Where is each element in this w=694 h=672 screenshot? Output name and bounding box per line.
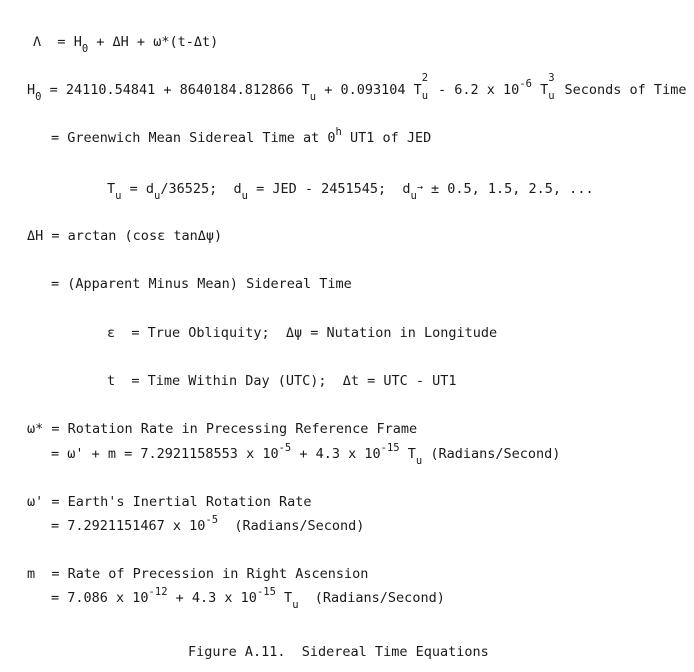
arrow-symbol: → (416, 182, 423, 193)
figure-caption: Figure A.11. Sidereal Time Equations (188, 644, 489, 660)
equation-delta-h: ΔH = arctan (cosε tanΔψ) (27, 228, 223, 244)
equation-omega-prime-value: = 7.2921151467 x 10-5 (Radians/Second) (51, 514, 365, 534)
equation-precession-rate-value: = 7.086 x 10-12 + 4.3 x 10-15 Tu (Radian… (51, 586, 445, 611)
equation-h0: H0 = 24110.54841 + 8640184.812866 Tu + 0… (27, 72, 687, 103)
lambda-symbol: Λ (33, 34, 42, 50)
equation-apparent-minus-mean: = (Apparent Minus Mean) Sidereal Time (51, 276, 352, 292)
equation-tu-definition: Tu = du/36525; du = JED - 2451545; du→ ±… (107, 181, 594, 202)
equation-time-within-day: t = Time Within Day (UTC); Δt = UTC - UT… (107, 373, 457, 389)
equation-gmst-definition: = Greenwich Mean Sidereal Time at 0h UT1… (51, 126, 432, 146)
equation-obliquity-nutation: ε = True Obliquity; Δψ = Nutation in Lon… (107, 325, 498, 341)
equation-omega-star-value: = ω' + m = 7.2921158553 x 10-5 + 4.3 x 1… (51, 442, 561, 467)
equation-lambda: Λ = H0 + ΔH + ω*(t-Δt) (33, 34, 219, 55)
